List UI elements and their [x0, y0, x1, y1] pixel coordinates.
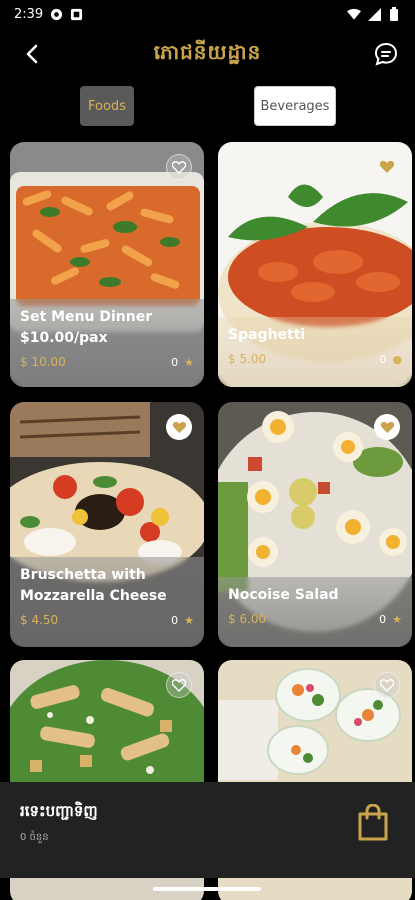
rating-count: 0	[379, 352, 387, 366]
app-header: ភោជនីយដ្ឋាន	[0, 30, 415, 78]
signal-icon	[367, 7, 381, 21]
food-card-set-menu-dinner[interactable]: Set Menu Dinner $10.00/pax $ 10.00 0 ★	[10, 142, 204, 387]
food-name: Set Menu Dinner	[20, 309, 153, 325]
cart-count: 0 ចំនួន	[20, 832, 49, 843]
star-icon: ★	[392, 612, 402, 626]
food-name: Bruschetta with Mozzarella Cheese	[20, 567, 167, 604]
chat-button[interactable]	[371, 39, 401, 69]
page-title: ភោជនីយដ្ឋាន	[153, 40, 262, 64]
heart-icon	[172, 160, 186, 174]
food-name: Spaghetti	[228, 327, 306, 343]
home-indicator[interactable]	[153, 887, 261, 891]
heart-icon	[172, 421, 186, 433]
cart-button[interactable]	[357, 803, 389, 842]
food-price: $ 10.00	[20, 355, 66, 369]
food-price: $ 5.00	[228, 352, 267, 366]
card-info: Bruschetta with Mozzarella Cheese $ 4.50…	[10, 557, 204, 647]
chat-bubble-icon	[374, 42, 398, 66]
food-name: Nocoise Salad	[228, 587, 339, 603]
shopping-bag-icon	[358, 803, 388, 841]
battery-icon	[387, 7, 401, 21]
rating-count: 0	[379, 612, 387, 626]
heart-icon	[172, 678, 186, 692]
back-button[interactable]	[18, 40, 46, 68]
card-info: Spaghetti $ 5.00 0 ●	[218, 317, 412, 387]
heart-icon	[379, 160, 395, 173]
star-icon: ★	[184, 355, 194, 369]
status-time: 2:39	[14, 6, 44, 22]
arrow-left-icon	[26, 44, 38, 64]
heart-icon	[380, 678, 394, 692]
food-card-nocoise-salad[interactable]: Nocoise Salad $ 6.00 0 ★	[218, 402, 412, 647]
tab-foods[interactable]: Foods	[80, 86, 134, 126]
heart-icon	[380, 421, 394, 433]
star-icon: ●	[392, 352, 402, 366]
tab-beverages[interactable]: Beverages	[254, 86, 336, 126]
favorite-button[interactable]	[166, 672, 192, 698]
notification-status-icon	[69, 7, 83, 21]
favorite-button[interactable]	[166, 414, 192, 440]
wifi-icon	[347, 7, 361, 21]
food-price: $ 6.00	[228, 612, 267, 626]
favorite-button[interactable]	[166, 154, 192, 180]
food-card-bruschetta[interactable]: Bruschetta with Mozzarella Cheese $ 4.50…	[10, 402, 204, 647]
favorite-button[interactable]	[374, 414, 400, 440]
star-icon: ★	[184, 613, 194, 627]
status-bar: 2:39	[0, 0, 415, 28]
favorite-button[interactable]	[374, 672, 400, 698]
cart-bar[interactable]: រទេះបញ្ជាទិញ 0 ចំនួន	[0, 782, 415, 878]
card-info: Set Menu Dinner $10.00/pax $ 10.00 0 ★	[10, 299, 204, 387]
food-price: $ 4.50	[20, 613, 59, 627]
cart-title: រទេះបញ្ជាទិញ	[20, 802, 98, 820]
food-card-spaghetti[interactable]: Spaghetti $ 5.00 0 ●	[218, 142, 412, 387]
food-subtitle: $10.00/pax	[20, 330, 108, 346]
rating-count: 0	[171, 613, 179, 627]
rating-count: 0	[171, 355, 179, 369]
category-tabs: Foods Beverages	[0, 86, 415, 128]
favorite-button[interactable]	[374, 154, 400, 180]
card-info: Nocoise Salad $ 6.00 0 ★	[218, 577, 412, 647]
settings-status-icon	[49, 7, 63, 21]
